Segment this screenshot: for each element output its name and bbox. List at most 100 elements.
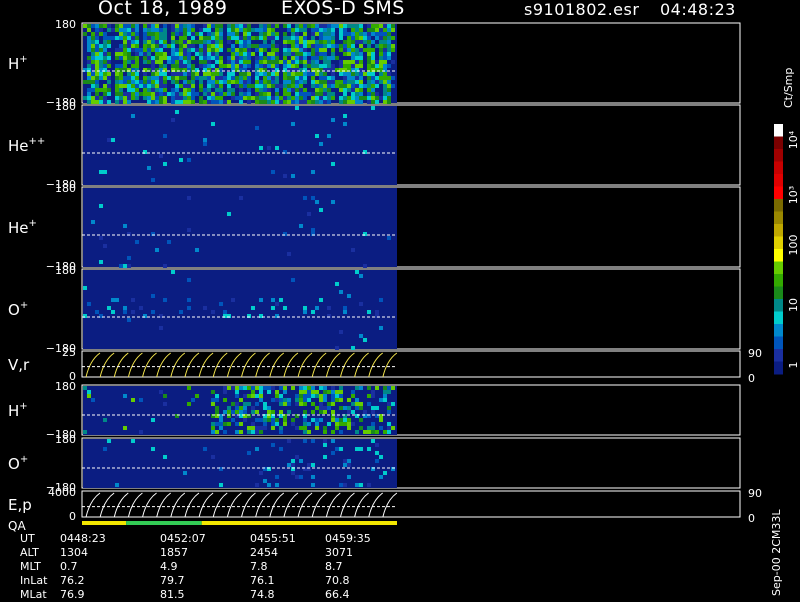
pixel-cell	[259, 88, 263, 92]
pixel-cell	[343, 406, 347, 410]
pixel-cell	[191, 64, 195, 68]
pixel-cell	[207, 100, 211, 104]
pixel-cell	[347, 80, 351, 84]
pixel-cell	[379, 44, 383, 48]
pixel-cell	[183, 80, 187, 84]
pixel-cell	[331, 36, 335, 40]
pixel-cell	[375, 28, 379, 32]
pixel-cell	[91, 40, 95, 44]
pixel-cell	[311, 64, 315, 68]
pixel-cell	[119, 96, 123, 100]
pixel-cell	[371, 100, 375, 104]
pixel-cell	[379, 28, 383, 32]
pixel-cell	[171, 96, 175, 100]
pixel-cell	[299, 72, 303, 76]
pixel-cell	[291, 76, 295, 80]
pixel-cell	[291, 96, 295, 100]
pixel-cell	[183, 76, 187, 80]
pixel-cell	[83, 286, 87, 290]
pixel-cell	[387, 64, 391, 68]
pixel-cell	[379, 80, 383, 84]
pixel-cell	[271, 36, 275, 40]
pixel-cell	[131, 398, 135, 402]
pixel-cell	[335, 394, 339, 398]
pixel-cell	[351, 24, 355, 28]
pixel-cell	[271, 44, 275, 48]
pixel-cell	[267, 52, 271, 56]
colorbar-swatch	[774, 349, 783, 362]
pixel-cell	[195, 32, 199, 36]
pixel-cell	[371, 24, 375, 28]
pixel-cell	[223, 386, 227, 390]
pixel-cell	[219, 418, 223, 422]
pixel-cell	[259, 52, 263, 56]
pixel-cell	[87, 96, 91, 100]
pixel-cell	[171, 88, 175, 92]
pixel-cell	[235, 422, 239, 426]
pixel-cell	[107, 88, 111, 92]
pixel-cell	[151, 100, 155, 104]
pixel-cell	[171, 76, 175, 80]
pixel-cell	[155, 60, 159, 64]
panel-e-p-right-bottom: 0	[748, 512, 755, 525]
pixel-cell	[147, 40, 151, 44]
pixel-cell	[271, 28, 275, 32]
colorbar-tick-label: 10	[787, 298, 800, 312]
pixel-cell	[215, 88, 219, 92]
pixel-cell	[143, 72, 147, 76]
pixel-cell	[183, 28, 187, 32]
pixel-cell	[295, 32, 299, 36]
pixel-cell	[283, 100, 287, 104]
pixel-cell	[343, 60, 347, 64]
pixel-cell	[299, 96, 303, 100]
pixel-cell	[243, 28, 247, 32]
pixel-cell	[259, 80, 263, 84]
pixel-cell	[383, 36, 387, 40]
panel-o-plus-label: O+	[8, 300, 28, 319]
pixel-cell	[319, 24, 323, 28]
pixel-cell	[355, 398, 359, 402]
pixel-cell	[95, 80, 99, 84]
pixel-cell	[195, 76, 199, 80]
pixel-cell	[211, 44, 215, 48]
pixel-cell	[327, 406, 331, 410]
pixel-cell	[311, 410, 315, 414]
pixel-cell	[159, 76, 163, 80]
pixel-cell	[355, 28, 359, 32]
pixel-cell	[219, 422, 223, 426]
pixel-cell	[99, 260, 103, 264]
pixel-cell	[159, 390, 163, 394]
pixel-cell	[163, 264, 167, 268]
pixel-cell	[379, 475, 383, 479]
pixel-cell	[91, 56, 95, 60]
pixel-cell	[303, 96, 307, 100]
pixel-cell	[219, 302, 223, 306]
pixel-cell	[315, 72, 319, 76]
pixel-cell	[131, 36, 135, 40]
pixel-cell	[355, 402, 359, 406]
pixel-cell	[323, 394, 327, 398]
pixel-cell	[211, 390, 215, 394]
pixel-cell	[295, 106, 299, 110]
pixel-cell	[275, 88, 279, 92]
pixel-cell	[331, 390, 335, 394]
pixel-cell	[227, 406, 231, 410]
pixel-cell	[167, 60, 171, 64]
pixel-cell	[203, 72, 207, 76]
pixel-cell	[371, 72, 375, 76]
pixel-cell	[175, 32, 179, 36]
pixel-cell	[339, 447, 343, 451]
pixel-cell	[351, 52, 355, 56]
pixel-cell	[127, 28, 131, 32]
pixel-cell	[219, 32, 223, 36]
pixel-cell	[219, 76, 223, 80]
pixel-cell	[295, 40, 299, 44]
pixel-cell	[207, 36, 211, 40]
pixel-cell	[107, 28, 111, 32]
pixel-cell	[115, 52, 119, 56]
panel-v-r-label-text: V,r	[8, 356, 30, 374]
pixel-cell	[315, 24, 319, 28]
pixel-cell	[319, 208, 323, 212]
pixel-cell	[359, 72, 363, 76]
pixel-cell	[283, 32, 287, 36]
